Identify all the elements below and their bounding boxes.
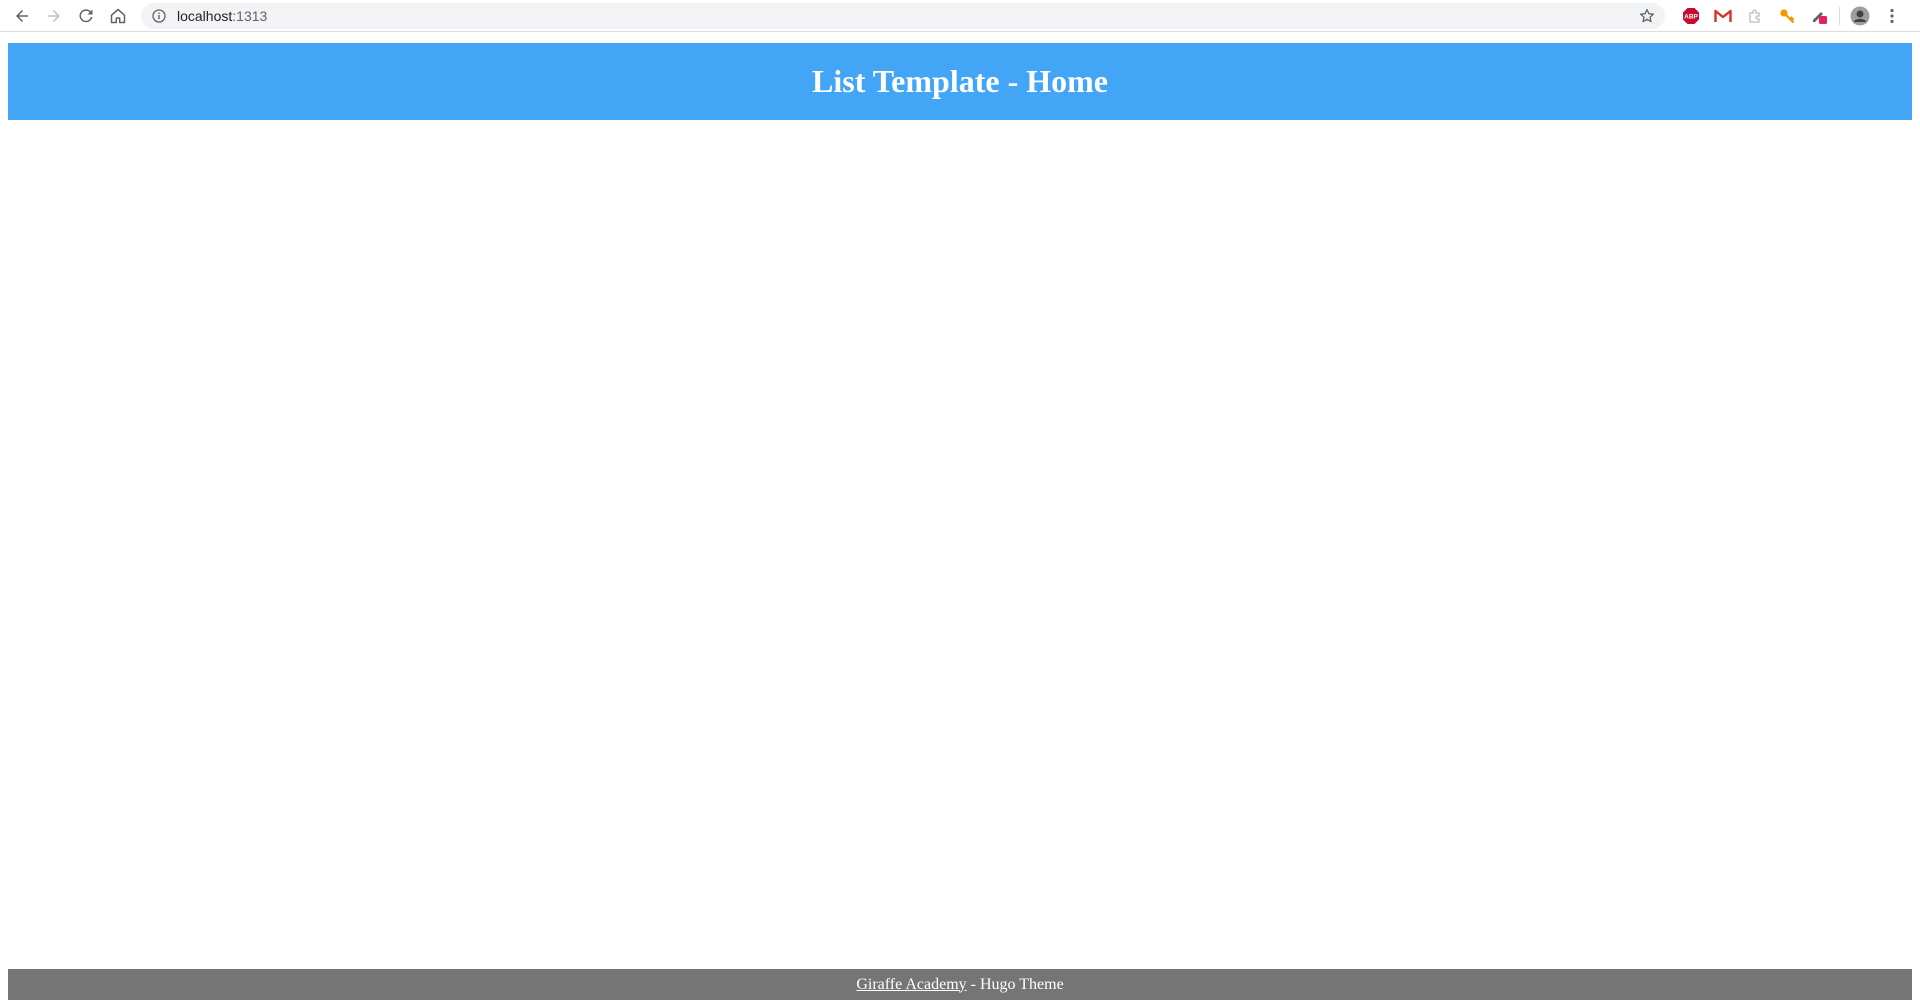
reload-icon — [79, 8, 93, 22]
avatar-icon — [1850, 6, 1870, 26]
url-host: localhost — [177, 8, 233, 24]
puzzle-extension-icon[interactable] — [1739, 0, 1771, 32]
browser-toolbar: localhost:1313 ABP — [0, 0, 1920, 32]
page-viewport: List Template - Home Giraffe Academy - H… — [8, 43, 1912, 1000]
home-icon — [110, 8, 126, 23]
eyedropper-extension-icon[interactable] — [1803, 0, 1835, 32]
forward-arrow-icon — [48, 9, 60, 22]
url-text: localhost:1313 — [177, 8, 267, 24]
footer-link[interactable]: Giraffe Academy — [856, 976, 966, 994]
forward-button[interactable] — [38, 0, 70, 32]
gmail-extension-icon[interactable] — [1707, 0, 1739, 32]
home-button[interactable] — [102, 0, 134, 32]
footer-suffix: - Hugo Theme — [966, 975, 1064, 993]
site-footer: Giraffe Academy - Hugo Theme — [8, 969, 1912, 1000]
svg-text:ABP: ABP — [1684, 14, 1698, 21]
address-bar[interactable]: localhost:1313 — [141, 3, 1665, 29]
toolbar-separator — [1839, 7, 1840, 25]
extensions-area: ABP — [1675, 0, 1908, 32]
page-title: List Template - Home — [812, 63, 1108, 99]
key-extension-icon[interactable] — [1771, 0, 1803, 32]
back-arrow-icon — [16, 9, 28, 22]
url-port: :1313 — [232, 8, 268, 24]
browser-menu-button[interactable] — [1876, 0, 1908, 32]
adblock-extension-icon[interactable]: ABP — [1675, 0, 1707, 32]
star-icon[interactable] — [1639, 8, 1655, 24]
kebab-menu-icon — [1890, 8, 1894, 24]
info-icon[interactable] — [151, 8, 167, 24]
back-button[interactable] — [6, 0, 38, 32]
profile-avatar[interactable] — [1844, 0, 1876, 32]
site-header: List Template - Home — [8, 43, 1912, 120]
reload-button[interactable] — [70, 0, 102, 32]
